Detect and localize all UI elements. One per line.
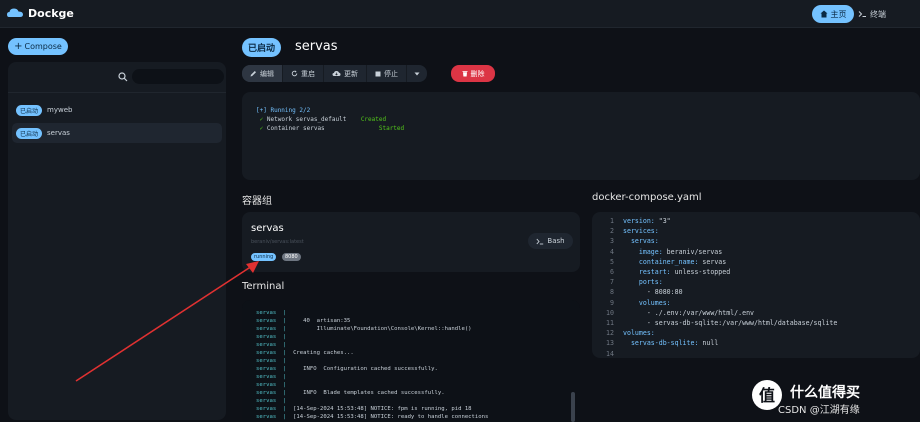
watermark-subtext: CSDN @江湖有缘 (778, 405, 860, 416)
annotation-arrow-icon (75, 261, 259, 382)
watermark-text: 什么值得买 (790, 385, 860, 401)
svg-text:值: 值 (759, 386, 775, 405)
